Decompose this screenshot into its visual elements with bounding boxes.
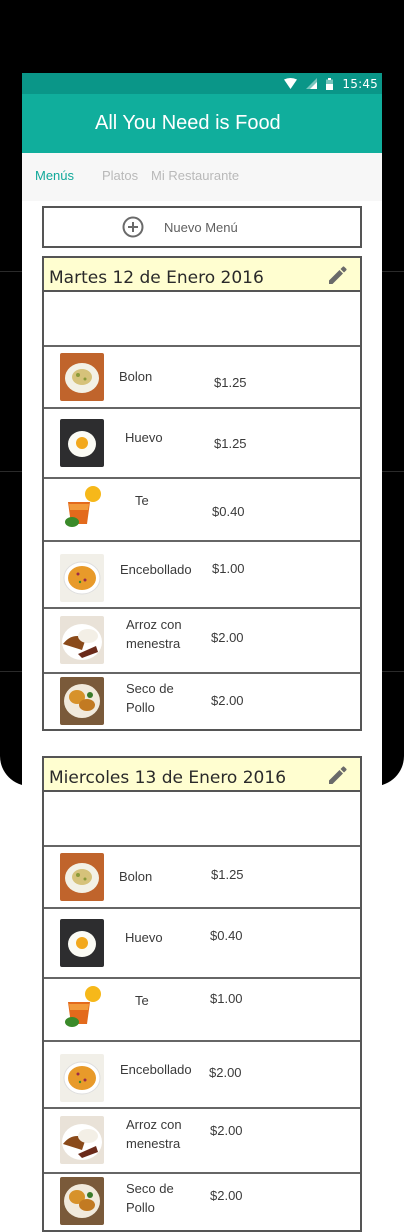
menu-header: Miercoles 13 de Enero 2016 [44,758,360,792]
frame-divider [380,471,404,472]
new-menu-button[interactable]: Nuevo Menú [42,206,362,248]
dish-price: $1.00 [212,561,245,576]
dish-row[interactable]: Arroz con menestra $2.00 [44,607,360,672]
frame-divider [0,271,22,272]
add-circle-icon [122,216,144,238]
app-screen: 15:45 All You Need is Food Menús Platos … [22,73,382,1232]
dish-image-bolon [60,353,104,401]
dish-name: Huevo [125,430,163,445]
dish-price: $0.40 [212,504,245,519]
dish-price: $1.25 [211,867,244,882]
tab-mi-restaurante[interactable]: Mi Restaurante [151,168,239,183]
frame-divider [380,671,404,672]
dish-image-seco [60,1177,104,1225]
dish-name: Huevo [125,930,163,945]
dish-row[interactable]: Bolon $1.25 [44,345,360,407]
dish-price: $1.25 [214,436,247,451]
new-menu-label: Nuevo Menú [164,220,238,235]
dish-price: $1.00 [210,991,243,1006]
frame-divider [380,271,404,272]
status-bar: 15:45 [22,73,382,94]
dish-row[interactable]: Te $1.00 [44,977,360,1040]
dish-price: $2.00 [210,1123,243,1138]
dish-row[interactable]: Huevo $1.25 [44,407,360,477]
app-title: All You Need is Food [95,112,281,134]
menu-date: Miercoles 13 de Enero 2016 [49,768,287,788]
dish-name: Encebollado [120,562,192,577]
menu-date: Martes 12 de Enero 2016 [49,268,264,288]
dish-image-te [60,482,104,530]
dish-image-encebollado [60,554,104,602]
dish-row[interactable]: Arroz con menestra $2.00 [44,1107,360,1172]
dish-price: $0.40 [210,928,243,943]
dish-name: Te [135,493,149,508]
dish-image-huevo [60,419,104,467]
dish-image-te [60,982,104,1030]
menu-header: Martes 12 de Enero 2016 [44,258,360,292]
dish-image-seco [60,677,104,725]
dish-price: $1.25 [214,375,247,390]
dish-image-huevo [60,919,104,967]
dish-name: Seco de Pollo [126,681,174,715]
tab-platos[interactable]: Platos [102,168,138,183]
dish-name: Arroz con menestra [126,617,182,651]
dish-price: $2.00 [211,693,244,708]
frame-divider [0,471,22,472]
dish-image-arroz [60,616,104,664]
dish-image-encebollado [60,1054,104,1102]
dish-row[interactable]: Seco de Pollo $2.00 [44,672,360,729]
dish-price: $2.00 [210,1188,243,1203]
dish-row[interactable]: Te $0.40 [44,477,360,540]
dish-name: Seco de Pollo [126,1181,174,1215]
menu-card: Miercoles 13 de Enero 2016 Bolon $1.25 H… [42,756,362,1232]
edit-pencil-icon[interactable] [327,264,349,286]
dish-image-arroz [60,1116,104,1164]
status-time: 15:45 [342,76,378,91]
dish-name: Te [135,993,149,1008]
dish-image-bolon [60,853,104,901]
menu-card: Martes 12 de Enero 2016 Bolon $1.25 Huev… [42,256,362,731]
dish-row[interactable]: Huevo $0.40 [44,907,360,977]
edit-pencil-icon[interactable] [327,764,349,786]
wifi-icon [284,78,298,89]
app-bar: All You Need is Food [22,94,382,153]
dish-row[interactable]: Encebollado $1.00 [44,540,360,607]
dish-row[interactable]: Bolon $1.25 [44,845,360,907]
tab-menus[interactable]: Menús [35,168,74,183]
dish-price: $2.00 [211,630,244,645]
battery-icon [326,77,334,90]
dish-name: Arroz con menestra [126,1117,182,1151]
dish-name: Bolon [119,369,153,384]
dish-name: Bolon [119,869,153,884]
signal-icon [306,78,318,89]
dish-row[interactable]: Seco de Pollo $2.00 [44,1172,360,1230]
dish-price: $2.00 [209,1065,242,1080]
tab-bar: Menús Platos Mi Restaurante [22,153,382,201]
dish-name: Encebollado [120,1062,192,1077]
dish-row[interactable]: Encebollado $2.00 [44,1040,360,1107]
frame-divider [0,671,22,672]
